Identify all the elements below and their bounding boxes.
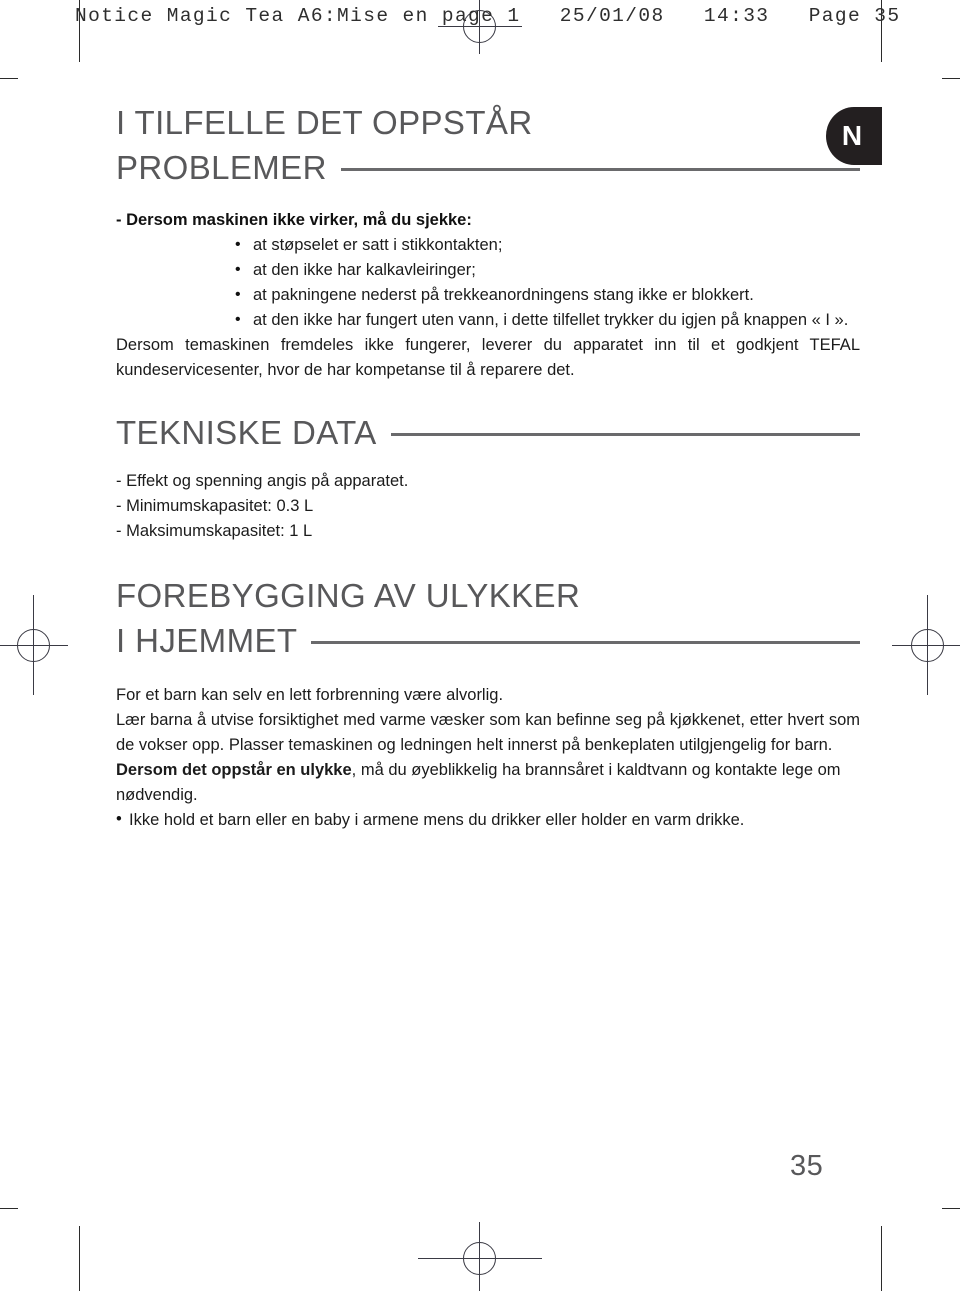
crop-tick-right-top xyxy=(942,78,960,79)
registration-mark-bottom xyxy=(418,1222,542,1291)
registration-mark-left xyxy=(0,595,90,695)
problems-paragraph: Dersom temaskinen fremdeles ikke fungere… xyxy=(116,336,860,379)
section-title-technical-data-line1: TEKNISKE DATA xyxy=(116,414,377,451)
crop-tick-left-bottom xyxy=(0,1208,18,1209)
section-title-accident-prevention-line1: FOREBYGGING AV ULYKKER xyxy=(116,577,581,614)
section-rule-problems xyxy=(340,168,860,171)
list-item: Ikke hold et barn eller en baby i armene… xyxy=(116,807,860,833)
spec-line: - Maksimumskapasitet: 1 L xyxy=(116,522,313,540)
document-page: Notice Magic Tea A6:Mise en page 1 25/01… xyxy=(0,0,960,1291)
imposition-header: Notice Magic Tea A6:Mise en page 1 25/01… xyxy=(75,5,901,27)
problems-lead-text: - Dersom maskinen ikke virker, må du sje… xyxy=(116,211,472,229)
section-title-problems-line2: PROBLEMER xyxy=(116,149,327,186)
list-item: at støpselet er satt i stikkontakten; xyxy=(235,232,860,258)
section-title-accident-prevention: FOREBYGGING AV ULYKKER I HJEMMET xyxy=(116,573,860,663)
section-title-problems-line1: I TILFELLE DET OPPSTÅR xyxy=(116,104,533,141)
crop-tick-left-top xyxy=(0,78,18,79)
section-rule-accident-prevention xyxy=(311,641,860,644)
registration-mark-right xyxy=(886,595,960,695)
section-title-technical-data: TEKNISKE DATA xyxy=(116,410,860,455)
section-rule-technical-data xyxy=(390,433,860,436)
spec-line: - Minimumskapasitet: 0.3 L xyxy=(116,497,314,515)
technical-data-spec-list: - Effekt og spenning angis på apparatet.… xyxy=(116,469,860,544)
spec-line: - Effekt og spenning angis på apparatet. xyxy=(116,472,409,490)
accident-paragraph-1: For et barn kan selv en lett forbrenning… xyxy=(116,686,504,704)
list-item: at den ikke har fungert uten vann, i det… xyxy=(235,307,860,333)
section-title-accident-prevention-line2: I HJEMMET xyxy=(116,622,298,659)
list-item: at den ikke har kalkavleiringer; xyxy=(235,257,860,283)
accident-paragraph-3-emphasis: Dersom det oppstår en ulykke xyxy=(116,761,352,779)
crop-frame-line-bottom-left xyxy=(79,1226,80,1291)
page-content: I TILFELLE DET OPPSTÅR PROBLEMER - Derso… xyxy=(116,100,860,833)
problems-check-list: at støpselet er satt i stikkontakten; at… xyxy=(116,232,860,333)
accident-paragraph-2: Lær barna å utvise forsiktighet med varm… xyxy=(116,711,860,754)
crop-tick-right-bottom xyxy=(942,1208,960,1209)
page-number: 35 xyxy=(790,1150,824,1182)
list-item: at pakningene nederst på trekkeanordning… xyxy=(235,282,860,308)
crop-frame-line-bottom-right xyxy=(881,1226,882,1291)
accident-bullet-list: Ikke hold et barn eller en baby i armene… xyxy=(116,807,860,833)
section-title-problems: I TILFELLE DET OPPSTÅR PROBLEMER xyxy=(116,100,860,190)
accident-paragraph-3: Dersom det oppstår en ulykke, må du øyeb… xyxy=(116,758,860,808)
